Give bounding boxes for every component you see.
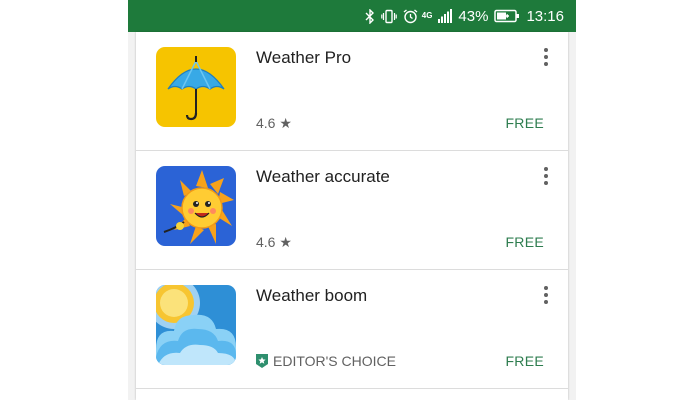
clock: 13:16: [526, 7, 564, 25]
price-label: FREE: [505, 115, 544, 131]
bluetooth-icon: [365, 0, 375, 32]
editors-choice-icon: [256, 354, 268, 368]
star-icon: ★: [275, 234, 292, 250]
battery-charging-icon: [494, 0, 520, 32]
app-rating: 4.6 ★: [256, 115, 292, 131]
network-type: 4G: [421, 11, 433, 20]
signal-icon: [438, 0, 453, 32]
price-label: FREE: [505, 353, 544, 369]
app-name: Weather accurate: [256, 167, 390, 186]
phone-screen: 4G 43% 13:16 Weather Pro 4.6 ★ FREE Weat…: [128, 0, 576, 400]
list-item[interactable]: Weather accurate 4.6 ★ FREE: [136, 151, 568, 270]
price-label: FREE: [505, 234, 544, 250]
status-bar: 4G 43% 13:16: [128, 0, 576, 32]
app-name: Weather boom: [256, 286, 368, 305]
cloud-sun-icon: [156, 285, 236, 365]
list-item[interactable]: Weather boom EDITOR'S CHOICE FREE: [136, 270, 568, 389]
editors-choice-badge: EDITOR'S CHOICE: [256, 353, 396, 369]
more-options-icon[interactable]: [536, 44, 556, 70]
alarm-icon: [403, 0, 418, 32]
app-list: Weather Pro 4.6 ★ FREE Weather accurate …: [136, 32, 568, 400]
more-options-icon[interactable]: [536, 163, 556, 189]
umbrella-icon: [156, 47, 236, 127]
vibrate-icon: [380, 0, 397, 32]
list-item[interactable]: Weather Pro 4.6 ★ FREE: [136, 32, 568, 151]
battery-percent: 43%: [458, 7, 489, 25]
editors-choice-label: EDITOR'S CHOICE: [273, 353, 396, 369]
sun-face-icon: [156, 166, 236, 246]
star-icon: ★: [275, 115, 292, 131]
app-name: Weather Pro: [256, 48, 352, 67]
app-rating: 4.6 ★: [256, 234, 292, 250]
more-options-icon[interactable]: [536, 282, 556, 308]
